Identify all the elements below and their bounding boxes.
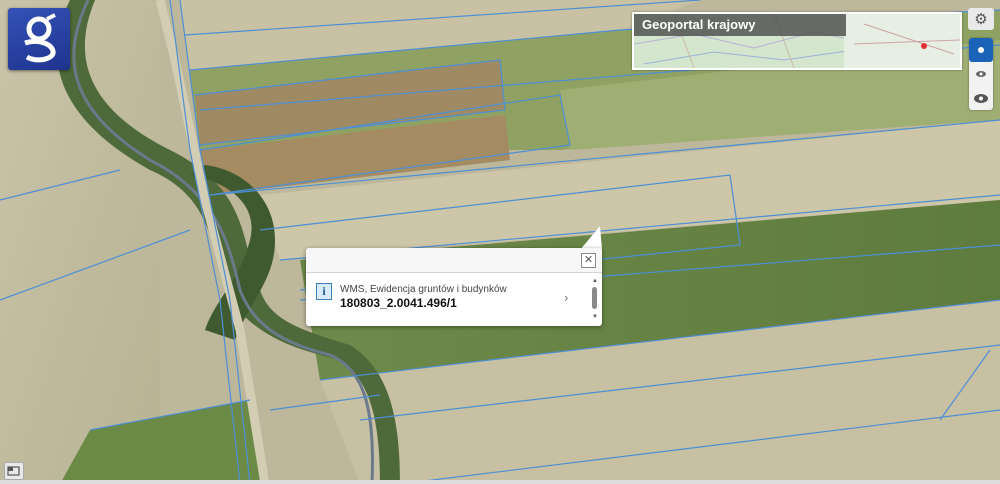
window-toggle-button[interactable] bbox=[4, 462, 24, 480]
geoportal-logo[interactable] bbox=[8, 8, 70, 70]
info-icon: i bbox=[316, 283, 332, 300]
gear-icon: ⚙ bbox=[974, 11, 988, 28]
eye-small-icon bbox=[976, 71, 986, 77]
geoportal-g-logo-icon bbox=[24, 13, 56, 63]
bottom-status-bar bbox=[0, 480, 1000, 484]
popup-tail bbox=[580, 226, 602, 250]
scroll-up-icon[interactable]: ▲ bbox=[592, 278, 598, 284]
overview-map[interactable]: Geoportal krajowy bbox=[632, 12, 962, 70]
scroll-thumb[interactable] bbox=[592, 287, 597, 309]
layer-name: WMS, Ewidencja gruntów i budynków bbox=[340, 284, 507, 295]
popup-scrollbar[interactable]: ▲ ▼ bbox=[591, 278, 599, 320]
layer-visibility-controls[interactable] bbox=[969, 38, 993, 110]
map-canvas[interactable]: Geoportal krajowy ⚙ ✕ i WMS, Ewidencja g… bbox=[0, 0, 1000, 484]
parcel-id: 180803_2.0041.496/1 bbox=[340, 296, 457, 310]
close-popup-button[interactable]: ✕ bbox=[581, 253, 596, 268]
visibility-level-small-eye-button[interactable] bbox=[969, 62, 993, 86]
dot-icon bbox=[978, 47, 984, 53]
settings-button[interactable]: ⚙ bbox=[968, 8, 994, 30]
visibility-level-large-eye-button[interactable] bbox=[969, 86, 993, 110]
chevron-right-icon[interactable]: › bbox=[564, 290, 568, 305]
popup-header: ✕ bbox=[306, 248, 602, 273]
feature-info-popup: ✕ i WMS, Ewidencja gruntów i budynków 18… bbox=[306, 248, 602, 326]
scroll-down-icon[interactable]: ▼ bbox=[592, 314, 598, 320]
eye-large-icon bbox=[974, 93, 988, 103]
overview-map-title: Geoportal krajowy bbox=[634, 14, 846, 36]
orthophoto-layer bbox=[0, 0, 1000, 484]
visibility-level-dot-button[interactable] bbox=[969, 38, 993, 62]
window-icon bbox=[7, 466, 20, 476]
